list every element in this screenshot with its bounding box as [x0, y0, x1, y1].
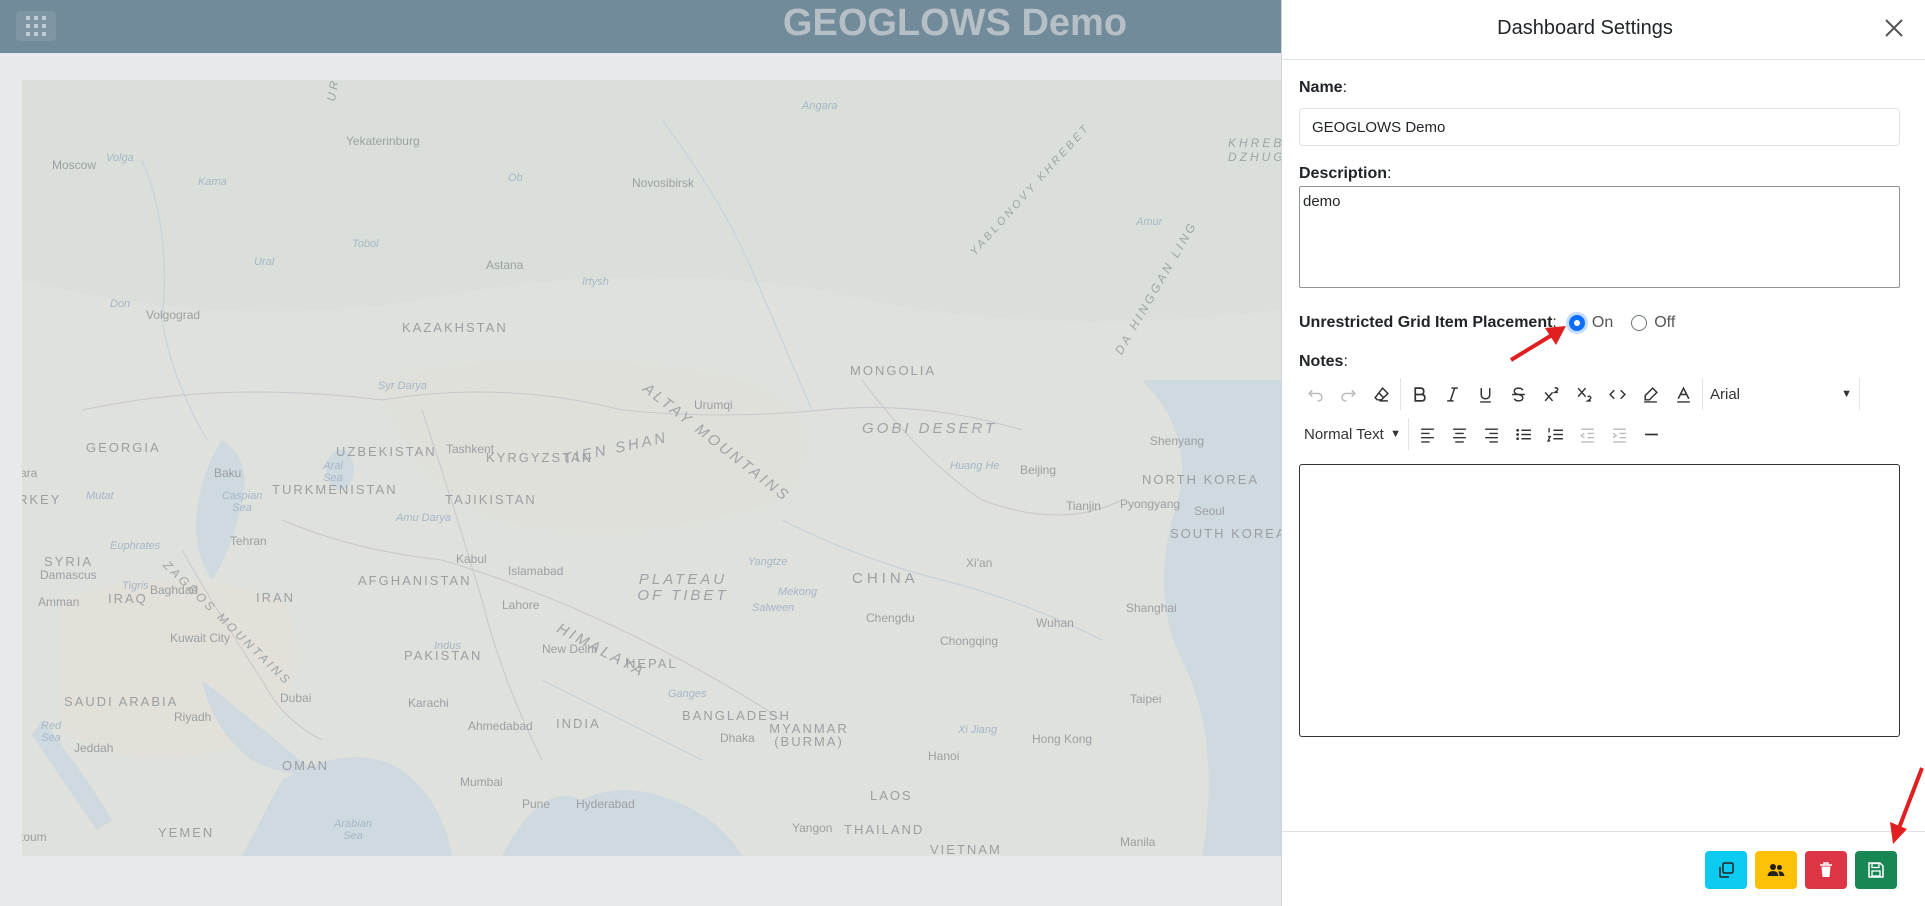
save-icon — [1868, 862, 1884, 878]
modal-backdrop[interactable] — [0, 0, 1282, 906]
superscript-icon — [1544, 386, 1559, 401]
text-color-icon — [1677, 385, 1690, 403]
align-center-icon — [1452, 427, 1466, 443]
undo-icon — [1308, 389, 1323, 402]
bullet-list-button[interactable] — [1507, 418, 1539, 450]
redo-icon — [1341, 389, 1356, 402]
description-label: Description: — [1299, 165, 1392, 182]
text-color-button[interactable] — [1667, 378, 1700, 410]
indent-button[interactable] — [1603, 418, 1635, 450]
placement-on-radio[interactable] — [1568, 315, 1585, 331]
font-family-select[interactable]: Arial ▼ — [1705, 378, 1857, 410]
numbered-list-icon — [1546, 427, 1563, 442]
toolbar-divider — [1859, 378, 1860, 410]
align-right-icon — [1484, 427, 1498, 443]
clear-format-button[interactable] — [1365, 378, 1398, 410]
close-button[interactable] — [1882, 16, 1906, 40]
outdent-icon — [1579, 427, 1594, 443]
subscript-icon — [1577, 387, 1592, 402]
highlight-button[interactable] — [1634, 378, 1667, 410]
bold-button[interactable] — [1403, 378, 1436, 410]
toolbar-divider — [1400, 378, 1401, 410]
toolbar-divider — [1408, 418, 1409, 450]
underline-button[interactable] — [1469, 378, 1502, 410]
horizontal-rule-icon — [1644, 433, 1658, 435]
editor-toolbar-row-1: Arial ▼ — [1299, 378, 1862, 410]
description-textarea[interactable]: demo — [1299, 186, 1900, 288]
dashboard-settings-panel: Dashboard Settings Name: Description: de… — [1281, 0, 1925, 906]
name-input[interactable] — [1299, 108, 1900, 146]
italic-icon — [1447, 386, 1458, 402]
grid-placement-radio-group: Unrestricted Grid Item Placement: On Off — [1299, 312, 1675, 334]
eraser-icon — [1374, 386, 1389, 402]
editor-toolbar-row-2: Normal Text ▼ — [1299, 418, 1667, 450]
highlight-icon — [1644, 386, 1658, 403]
numbered-list-button[interactable] — [1539, 418, 1571, 450]
horizontal-rule-button[interactable] — [1635, 418, 1667, 450]
copy-icon — [1719, 862, 1734, 878]
save-button[interactable] — [1855, 851, 1897, 889]
indent-icon — [1612, 427, 1626, 443]
align-left-icon — [1420, 427, 1434, 443]
block-type-value: Normal Text — [1304, 425, 1384, 443]
share-button[interactable] — [1755, 851, 1797, 889]
underline-icon — [1480, 387, 1491, 403]
users-icon — [1767, 864, 1785, 876]
trash-icon — [1820, 862, 1832, 877]
align-right-button[interactable] — [1475, 418, 1507, 450]
align-left-button[interactable] — [1411, 418, 1443, 450]
copy-button[interactable] — [1705, 851, 1747, 889]
placement-on-label[interactable]: On — [1592, 314, 1613, 332]
outdent-button[interactable] — [1571, 418, 1603, 450]
placement-off-label[interactable]: Off — [1654, 314, 1675, 332]
code-button[interactable] — [1601, 378, 1634, 410]
chevron-down-icon: ▼ — [1841, 388, 1852, 400]
undo-button[interactable] — [1299, 378, 1332, 410]
italic-button[interactable] — [1436, 378, 1469, 410]
panel-footer — [1282, 831, 1925, 906]
placement-off-radio[interactable] — [1631, 315, 1648, 331]
name-label: Name: — [1299, 79, 1348, 96]
grid-placement-label: Unrestricted Grid Item Placement: — [1299, 314, 1557, 331]
bullet-list-icon — [1515, 428, 1531, 440]
align-center-button[interactable] — [1443, 418, 1475, 450]
font-family-value: Arial — [1710, 385, 1741, 403]
block-type-select[interactable]: Normal Text ▼ — [1299, 418, 1406, 450]
chevron-down-icon: ▼ — [1390, 428, 1401, 440]
bold-icon — [1414, 386, 1426, 402]
notes-editor[interactable] — [1299, 464, 1900, 737]
panel-title: Dashboard Settings — [1497, 17, 1673, 39]
strikethrough-icon — [1512, 386, 1525, 402]
toolbar-divider — [1702, 378, 1703, 410]
superscript-button[interactable] — [1535, 378, 1568, 410]
panel-header: Dashboard Settings — [1282, 0, 1925, 60]
notes-label: Notes: — [1299, 353, 1348, 370]
subscript-button[interactable] — [1568, 378, 1601, 410]
code-icon — [1609, 389, 1626, 399]
strikethrough-button[interactable] — [1502, 378, 1535, 410]
delete-button[interactable] — [1805, 851, 1847, 889]
redo-button[interactable] — [1332, 378, 1365, 410]
close-icon — [1885, 19, 1903, 37]
